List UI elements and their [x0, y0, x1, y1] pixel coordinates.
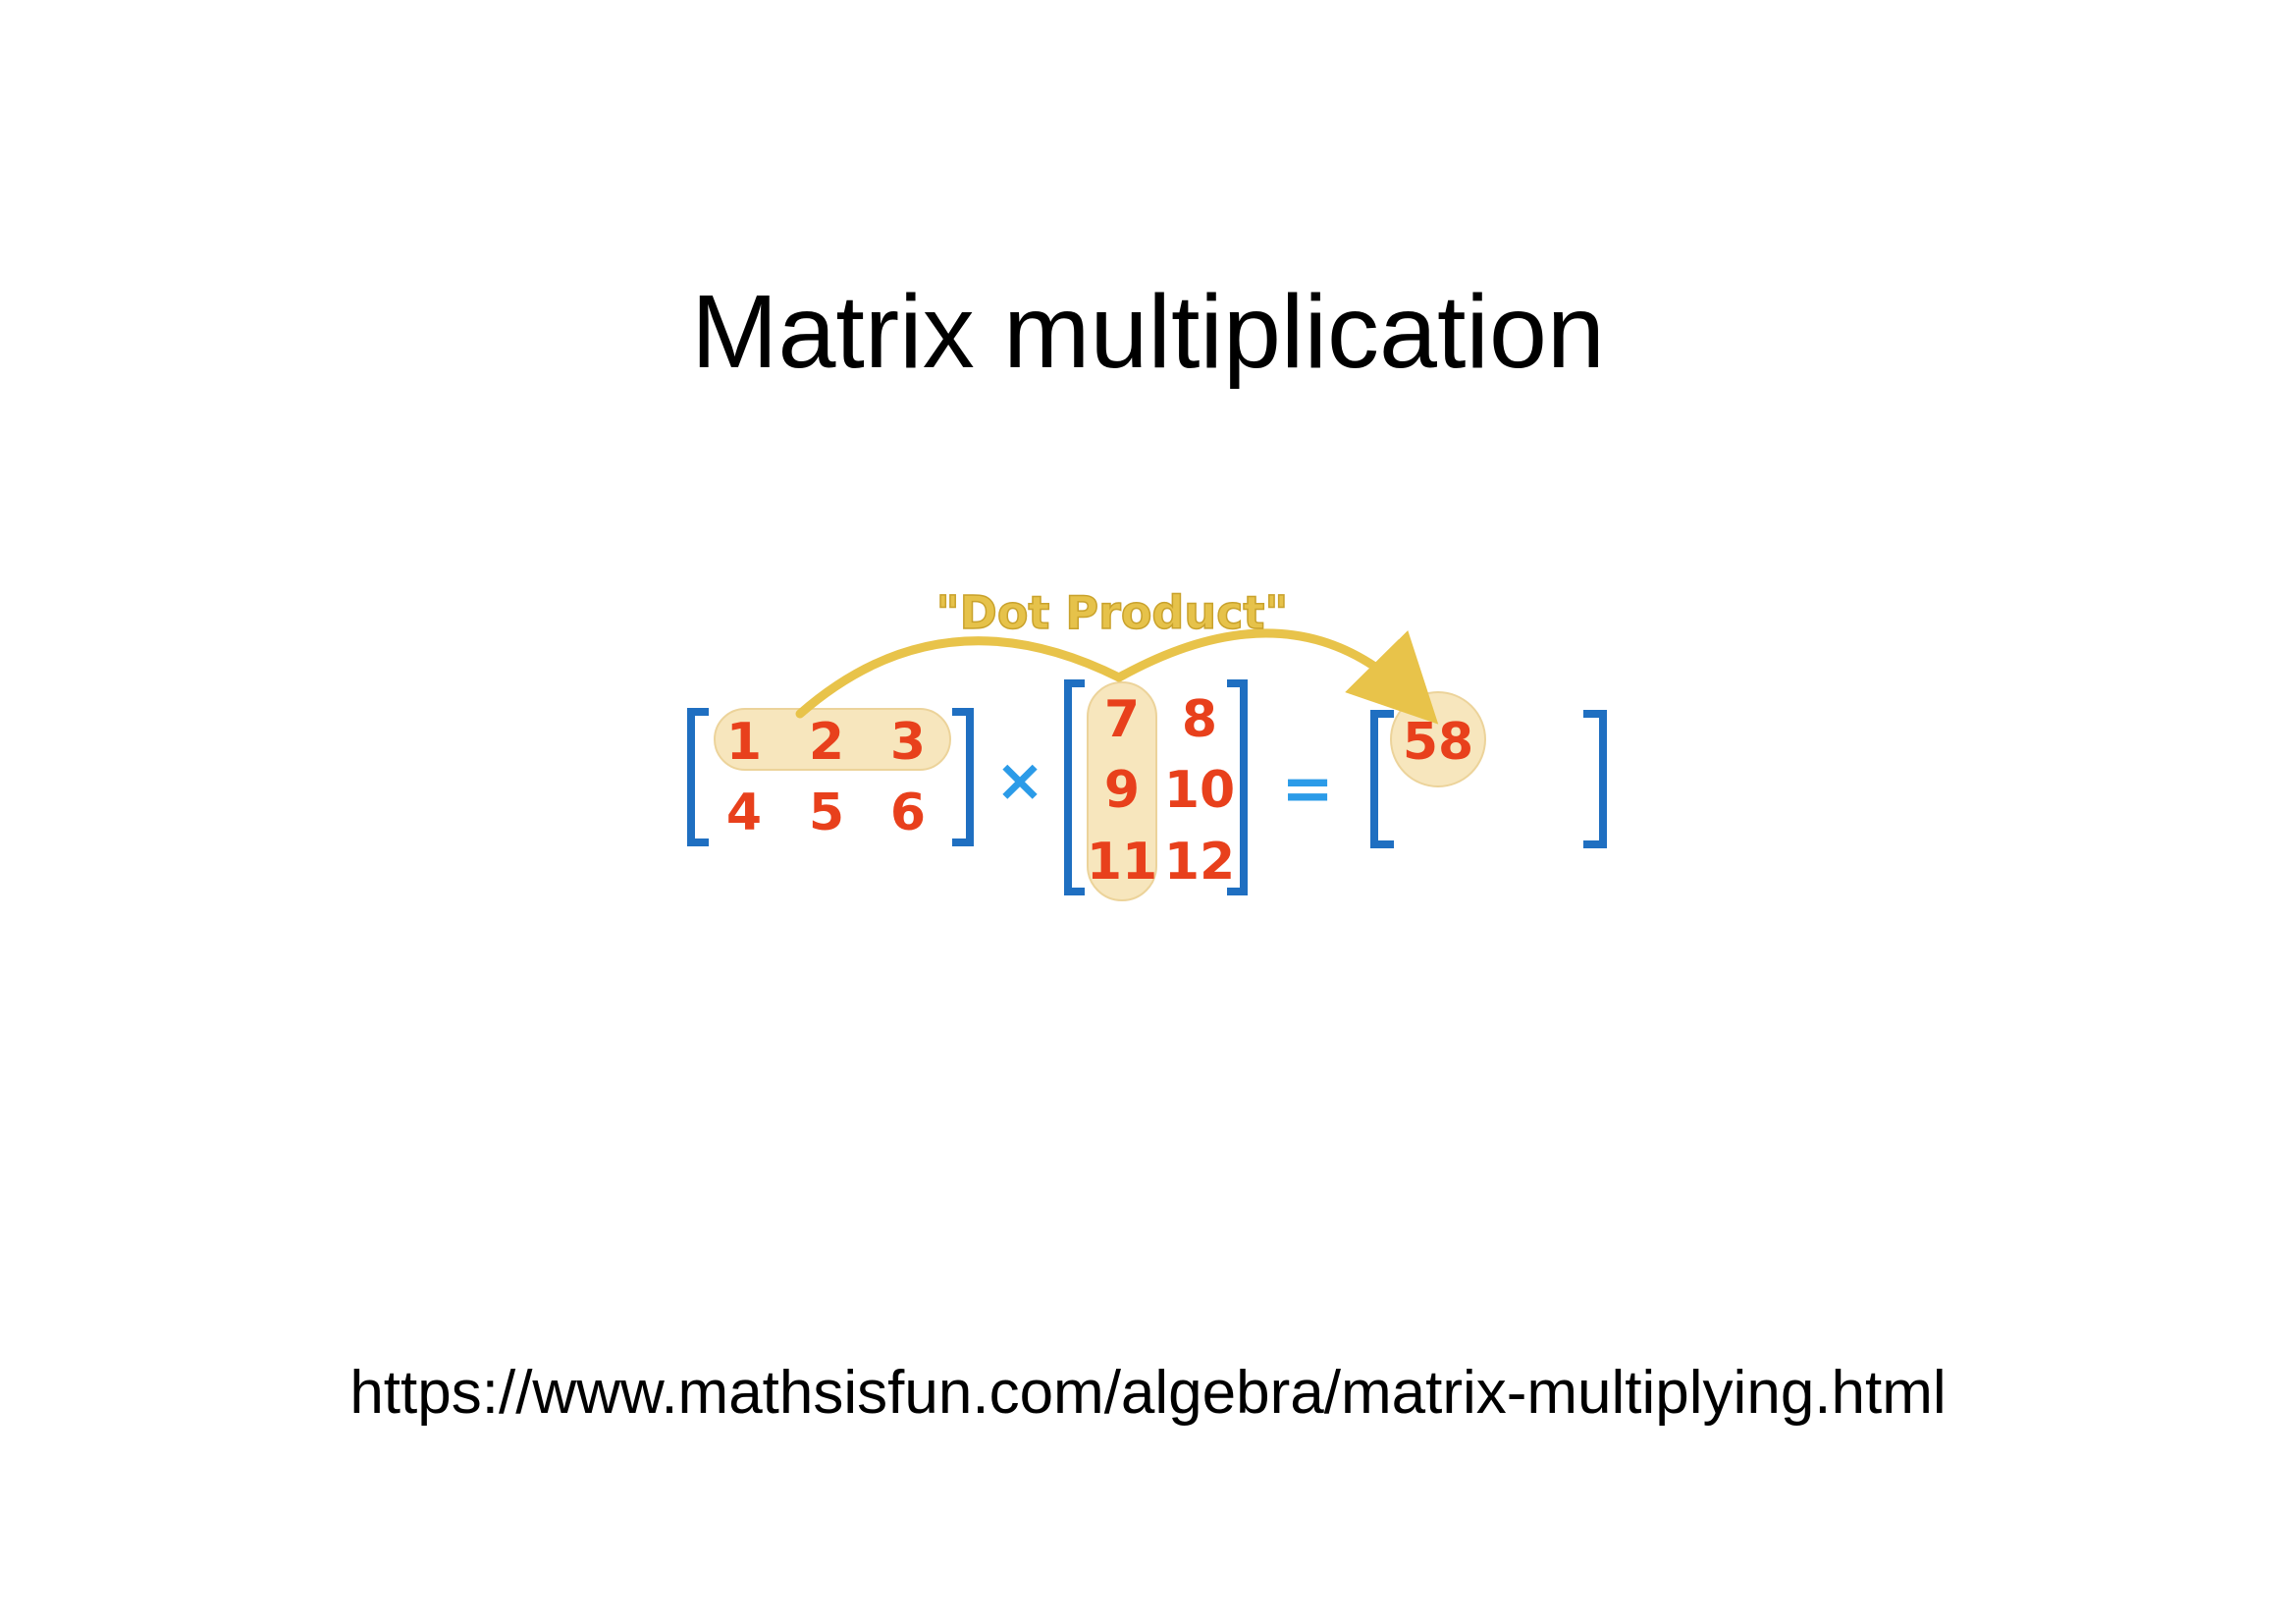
matrix-b-cell: 10 — [1164, 761, 1235, 820]
source-url: https://www.mathsisfun.com/algebra/matri… — [349, 1359, 1947, 1427]
matrix-a-cell: 3 — [890, 713, 926, 772]
result-cell: 58 — [1403, 713, 1473, 772]
matrix-b-cell: 11 — [1087, 833, 1157, 892]
equals-symbol: = — [1281, 753, 1334, 826]
result-right-bracket — [1583, 710, 1607, 848]
matrix-b-cell: 8 — [1182, 690, 1217, 749]
matrix-a-left-bracket — [687, 708, 709, 846]
arc-column-to-result — [1114, 628, 1439, 725]
dot-product-label: "Dot Product" — [936, 586, 1289, 639]
matrix-a-cell: 5 — [809, 784, 844, 842]
matrix-a-cell: 4 — [726, 784, 762, 842]
matrix-b-left-bracket — [1064, 679, 1085, 895]
matrix-b-cell: 9 — [1104, 761, 1140, 820]
matrix-a-cell: 2 — [809, 713, 844, 772]
matrix-b-cell: 7 — [1104, 690, 1140, 749]
matrix-a-cell: 6 — [890, 784, 926, 842]
times-symbol: × — [995, 746, 1044, 815]
matrix-a-right-bracket — [952, 708, 974, 846]
matrix-a-cell: 1 — [726, 713, 762, 772]
matrix-b-cell: 12 — [1164, 833, 1235, 892]
